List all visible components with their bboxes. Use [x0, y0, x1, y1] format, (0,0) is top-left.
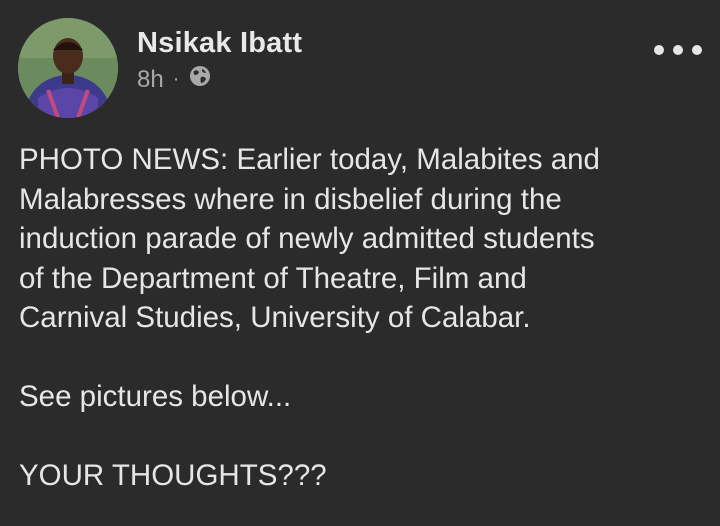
more-dot: [692, 45, 702, 55]
avatar-photo: [18, 18, 118, 118]
globe-icon: [188, 64, 212, 95]
post-text-line: YOUR THOUGHTS???: [19, 459, 327, 492]
post-text: PHOTO NEWS: Earlier today, Malabites and…: [19, 140, 709, 496]
post-meta: 8h ·: [137, 64, 212, 95]
post-timestamp[interactable]: 8h: [137, 66, 164, 94]
avatar[interactable]: [18, 18, 118, 118]
meta-separator: ·: [172, 68, 180, 90]
post-text-line: Carnival Studies, University of Calabar.: [19, 301, 531, 334]
post-text-line: See pictures below...: [19, 380, 292, 413]
post-text-line: of the Department of Theatre, Film and: [19, 261, 527, 295]
post-card: Nsikak Ibatt 8h · PHOTO NEWS: Earlier to…: [0, 0, 720, 526]
post-text-line: PHOTO NEWS: Earlier today, Malabites and: [19, 143, 600, 176]
post-text-line: Malabresses where in disbelief during th…: [19, 182, 562, 216]
more-options-icon[interactable]: [654, 40, 702, 60]
author-name[interactable]: Nsikak Ibatt: [137, 27, 302, 60]
more-dot: [673, 45, 683, 55]
post-text-line: induction parade of newly admitted stude…: [19, 222, 595, 255]
more-dot: [654, 45, 664, 55]
